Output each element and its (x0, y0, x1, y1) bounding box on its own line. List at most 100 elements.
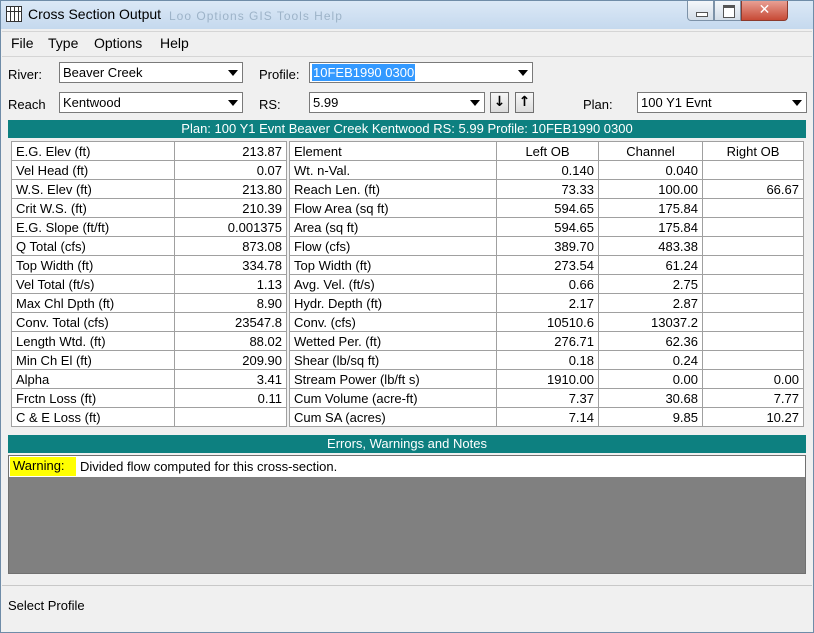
table-row: Length Wtd. (ft) 88.02 (11, 331, 287, 351)
row-label: Min Ch El (ft) (11, 350, 175, 370)
row-label: Q Total (cfs) (11, 236, 175, 256)
cell-value (702, 350, 804, 370)
table-row: Max Chl Dpth (ft) 8.90 (11, 293, 287, 313)
cell-value: 276.71 (496, 331, 599, 351)
row-value: 0.11 (174, 388, 287, 408)
table-row: Vel Head (ft) 0.07 (11, 160, 287, 180)
table-row: W.S. Elev (ft) 213.80 (11, 179, 287, 199)
table-row: Conv. Total (cfs) 23547.8 (11, 312, 287, 332)
reach-value: Kentwood (63, 95, 121, 110)
minimize-button[interactable] (687, 1, 714, 21)
messages-panel[interactable]: Warning: Divided flow computed for this … (8, 455, 806, 574)
table-row: Cum Volume (acre-ft) 7.37 30.68 7.77 (289, 388, 804, 408)
chevron-down-icon[interactable] (466, 94, 483, 111)
row-value: 213.80 (174, 179, 287, 199)
cell-value (702, 331, 804, 351)
rs-select[interactable]: 5.99 (309, 92, 485, 113)
row-label: Shear (lb/sq ft) (289, 350, 497, 370)
column-header: Channel (598, 141, 703, 161)
profile-label: Profile: (259, 67, 300, 82)
menu-help[interactable]: Help (160, 35, 189, 51)
title-bar[interactable]: Cross Section Output Loo Options GIS Too… (1, 1, 813, 29)
cell-value: 7.37 (496, 388, 599, 408)
app-table-icon (6, 6, 22, 22)
cell-value (702, 198, 804, 218)
river-select[interactable]: Beaver Creek (59, 62, 243, 83)
arrow-down-icon: ↓ (493, 94, 506, 110)
menu-file[interactable]: File (11, 35, 34, 51)
row-value: 3.41 (174, 369, 287, 389)
row-label: Avg. Vel. (ft/s) (289, 274, 497, 294)
table-row: E.G. Slope (ft/ft) 0.001375 (11, 217, 287, 237)
row-label: Conv. (cfs) (289, 312, 497, 332)
rs-label: RS: (259, 97, 281, 112)
cell-value (702, 274, 804, 294)
plan-label: Plan: (583, 97, 613, 112)
table-row: Vel Total (ft/s) 1.13 (11, 274, 287, 294)
maximize-button[interactable] (714, 1, 741, 21)
close-icon: ✕ (758, 2, 771, 18)
cell-value: 62.36 (598, 331, 703, 351)
table-row: Conv. (cfs) 10510.6 13037.2 (289, 312, 804, 332)
table-row: Flow Area (sq ft) 594.65 175.84 (289, 198, 804, 218)
cell-value (702, 293, 804, 313)
row-label: Length Wtd. (ft) (11, 331, 175, 351)
menu-type[interactable]: Type (48, 35, 78, 51)
row-label: Reach Len. (ft) (289, 179, 497, 199)
cell-value: 61.24 (598, 255, 703, 275)
chevron-down-icon[interactable] (788, 94, 805, 111)
row-value: 873.08 (174, 236, 287, 256)
row-value: 23547.8 (174, 312, 287, 332)
row-label: Stream Power (lb/ft s) (289, 369, 497, 389)
row-value (174, 407, 287, 427)
reach-label: Reach (8, 97, 46, 112)
status-divider (2, 585, 812, 586)
cell-value: 0.24 (598, 350, 703, 370)
row-label: E.G. Slope (ft/ft) (11, 217, 175, 237)
table-row: Crit W.S. (ft) 210.39 (11, 198, 287, 218)
row-value: 88.02 (174, 331, 287, 351)
profile-select[interactable]: 10FEB1990 0300 (309, 62, 533, 83)
row-label: E.G. Elev (ft) (11, 141, 175, 161)
plan-summary-bar: Plan: 100 Y1 Evnt Beaver Creek Kentwood … (8, 120, 806, 138)
cell-value: 2.75 (598, 274, 703, 294)
row-label: Hydr. Depth (ft) (289, 293, 497, 313)
row-label: Max Chl Dpth (ft) (11, 293, 175, 313)
cell-value (702, 236, 804, 256)
chevron-down-icon[interactable] (514, 64, 531, 81)
cell-value: 175.84 (598, 217, 703, 237)
menu-options[interactable]: Options (94, 35, 142, 51)
reach-select[interactable]: Kentwood (59, 92, 243, 113)
cell-value: 175.84 (598, 198, 703, 218)
cell-value (702, 160, 804, 180)
table-row: Cum SA (acres) 7.14 9.85 10.27 (289, 407, 804, 427)
plan-select[interactable]: 100 Y1 Evnt (637, 92, 807, 113)
cell-value: 7.77 (702, 388, 804, 408)
row-label: C & E Loss (ft) (11, 407, 175, 427)
cell-value: 73.33 (496, 179, 599, 199)
row-value: 8.90 (174, 293, 287, 313)
cell-value: 594.65 (496, 217, 599, 237)
close-button[interactable]: ✕ (741, 1, 788, 21)
row-value: 334.78 (174, 255, 287, 275)
table-row: Hydr. Depth (ft) 2.17 2.87 (289, 293, 804, 313)
cell-value: 0.66 (496, 274, 599, 294)
cell-value: 594.65 (496, 198, 599, 218)
table-row: Top Width (ft) 273.54 61.24 (289, 255, 804, 275)
chevron-down-icon[interactable] (224, 94, 241, 111)
background-menu-text: Loo Options GIS Tools Help (169, 9, 343, 23)
cell-value: 13037.2 (598, 312, 703, 332)
cell-value: 10.27 (702, 407, 804, 427)
rs-value: 5.99 (313, 95, 339, 110)
cross-section-output-window: Cross Section Output Loo Options GIS Too… (0, 0, 814, 633)
row-value: 209.90 (174, 350, 287, 370)
chevron-down-icon[interactable] (224, 64, 241, 81)
previous-rs-button[interactable]: ↓ (490, 92, 509, 113)
cell-value (702, 217, 804, 237)
table-row: Top Width (ft) 334.78 (11, 255, 287, 275)
overall-results-table: E.G. Elev (ft) 213.87 Vel Head (ft) 0.07 W.S… (11, 141, 287, 427)
next-rs-button[interactable]: ↑ (515, 92, 534, 113)
table-row: Wt. n-Val. 0.140 0.040 (289, 160, 804, 180)
table-row: Flow (cfs) 389.70 483.38 (289, 236, 804, 256)
cell-value: 483.38 (598, 236, 703, 256)
